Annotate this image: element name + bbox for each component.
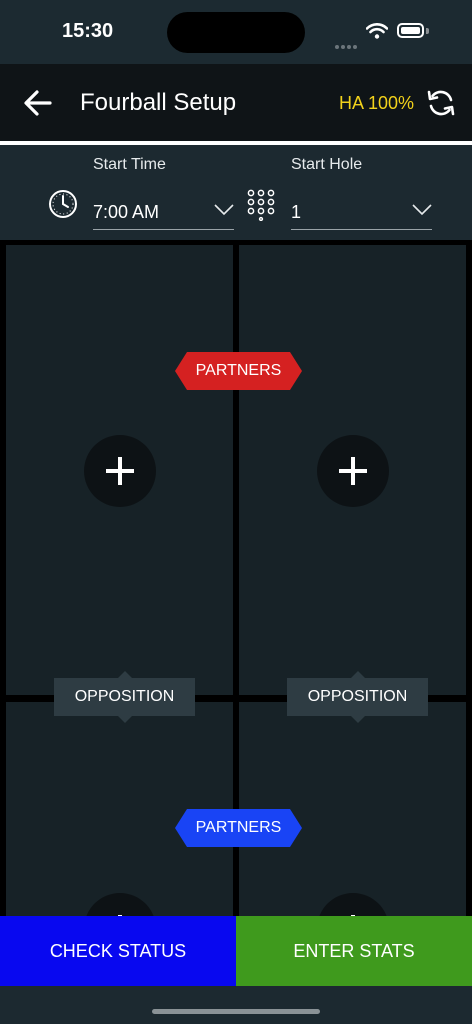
home-indicator[interactable]	[152, 1009, 320, 1014]
chevron-down-icon	[214, 204, 234, 216]
keypad-icon	[247, 189, 275, 221]
start-time-label: Start Time	[93, 156, 166, 173]
start-hole-label: Start Hole	[291, 156, 363, 173]
opposition-tag-right: OPPOSITION	[287, 671, 428, 723]
start-hole-dropdown[interactable]: 1	[291, 194, 432, 230]
start-hole-value: 1	[291, 202, 302, 222]
battery-tip	[426, 28, 429, 34]
plus-icon	[339, 457, 367, 485]
chevron-down-icon	[412, 204, 432, 216]
partners-tag-bottom: PARTNERS	[175, 809, 302, 847]
start-time-dropdown[interactable]: 7:00 AM	[93, 194, 234, 230]
status-time: 15:30	[62, 20, 114, 42]
battery-icon	[397, 23, 424, 38]
signal-icon	[335, 36, 359, 54]
wifi-icon	[366, 23, 388, 39]
dynamic-island	[167, 12, 305, 53]
plus-icon	[106, 457, 134, 485]
page-title: Fourball Setup	[80, 89, 237, 116]
refresh-icon[interactable]	[426, 88, 456, 118]
check-status-button[interactable]: CHECK STATUS	[0, 916, 236, 986]
partners-tag-top: PARTNERS	[175, 352, 302, 390]
add-player-top-left-button[interactable]	[84, 435, 156, 507]
add-player-top-right-button[interactable]	[317, 435, 389, 507]
opposition-tag-left: OPPOSITION	[54, 671, 195, 723]
handicap-allowance[interactable]: HA 100%	[339, 92, 414, 114]
clock-icon	[49, 190, 77, 218]
start-time-value: 7:00 AM	[93, 202, 160, 222]
home-area	[0, 986, 472, 1024]
enter-stats-button[interactable]: ENTER STATS	[236, 916, 472, 986]
back-arrow-icon[interactable]	[22, 88, 54, 118]
